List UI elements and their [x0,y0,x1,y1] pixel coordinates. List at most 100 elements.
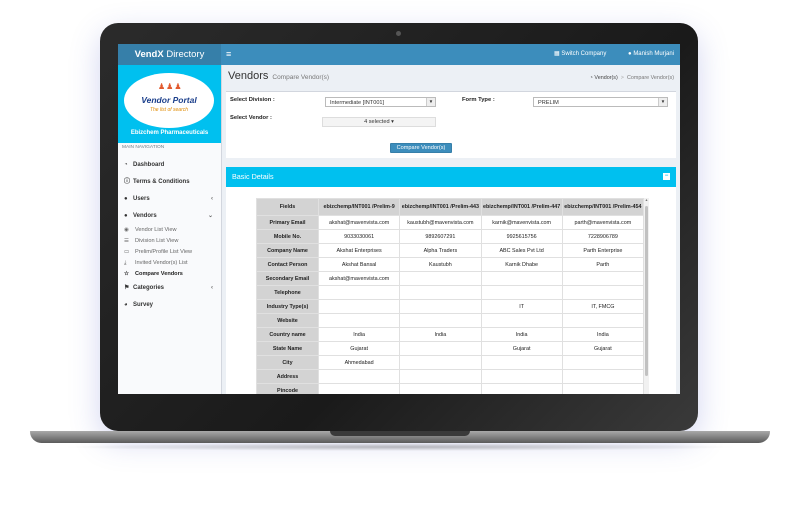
table-row: Address [256,369,645,384]
table-cell [317,369,401,384]
sidebar-sub-vendor-list[interactable]: ◉ Vendor List View [118,225,221,236]
field-name-cell: Industry Type(s) [256,299,319,314]
table-cell: India [317,327,401,342]
table-cell: 9925615756 [480,229,563,244]
sidebar-sub-division-list[interactable]: ☰ Division List View [118,236,221,247]
table-cell: IT [480,299,563,314]
table-cell: Karnik Dhabe [480,257,563,272]
division-select[interactable]: Intermediate [INT001] ▼ [325,97,436,107]
tachometer-icon: ◔ [124,162,128,168]
switch-company-link[interactable]: ▦ Switch Company [544,51,606,57]
form-type-label: Form Type : [462,97,495,103]
table-row: Secondary Email akshat@mavenvista.com [256,271,645,286]
filter-panel: Select Division : Intermediate [INT001] ▼… [226,91,676,158]
main-content: Vendors Compare Vendor(s) ◔ Vendor(s) > Com… [222,65,680,394]
chevron-down-icon: ▼ [426,98,435,106]
pie-chart-icon: ◕ [124,302,128,308]
column-header-fields: Fields [256,198,319,216]
breadcrumb-root[interactable]: ◔ Vendor(s) [590,75,618,81]
sidebar-item-dashboard[interactable]: ◔ Dashboard [118,157,221,174]
table-cell [399,271,482,286]
table-row: Pincode [256,383,645,394]
page-subtitle: Compare Vendor(s) [272,74,330,81]
table-cell [561,285,645,300]
chevron-down-icon: ⌄ [207,213,213,219]
screen: VendX Directory ≡ ▦ Switch Company ● Man… [118,44,680,394]
table-cell [480,355,563,370]
form-type-select[interactable]: PRELIM ▼ [533,97,668,107]
top-navbar: VendX Directory ≡ ▦ Switch Company ● Man… [118,44,680,65]
user-icon: ● [124,196,128,202]
table-cell: Parth [561,257,645,272]
sidebar-sub-invited-list[interactable]: ⤓ Invited Vendor(s) List [118,258,221,269]
user-icon: ● [628,51,632,57]
tags-icon: ⚑ [124,285,130,291]
table-cell: Gujarat [317,341,401,356]
nav-header: MAIN NAVIGATION [122,145,165,150]
table-row: Telephone [256,285,645,300]
logo-figures: ♟♟♟ [158,82,183,91]
chevron-left-icon: ‹ [211,196,213,202]
sidebar-item-survey[interactable]: ◕ Survey [118,297,221,314]
table-cell: India [480,327,563,342]
chevron-down-icon: ▼ [658,98,667,106]
sidebar-item-terms[interactable]: ⓘ Terms & Conditions [118,174,221,191]
table-cell: akshat@mavenvista.com [317,215,401,230]
company-name: Ebizchem Pharmaceuticals [130,130,209,136]
table-row: Country name India India India India [256,327,645,342]
division-label: Select Division : [230,97,275,103]
users-icon: ● [124,213,128,219]
field-name-cell: City [256,355,319,370]
table-cell [561,313,645,328]
vendor-portal-logo: ♟♟♟ Vendor Portal The list of search [124,73,214,128]
table-row: City Ahmedabad [256,355,645,370]
vendor-multiselect[interactable]: 4 selected ▾ [322,117,436,127]
table-row: Contact Person Akshat Bansal Kaustubh Karni… [256,257,645,272]
table-cell: 9033030061 [317,229,401,244]
field-name-cell: Country name [256,327,319,342]
table-row: Primary Email akshat@mavenvista.com kaustu… [256,215,645,230]
table-cell [480,271,563,286]
table-cell: India [399,327,482,342]
hamburger-icon[interactable]: ≡ [226,44,231,64]
column-header-vendor: ebizchemp/INT001 /Prelim-9 [317,198,401,216]
breadcrumb: ◔ Vendor(s) > Compare Vendor(s) [589,75,674,81]
table-cell: Akshat Enterprises [317,243,401,258]
sidebar-sub-compare-vendors[interactable]: ☆ Compare Vendors [118,269,221,280]
eye-icon: ◉ [124,227,129,233]
column-header-vendor: ebizchemp/INT001 /Prelim-443 [399,198,482,216]
field-name-cell: Contact Person [256,257,319,272]
field-name-cell: Pincode [256,383,319,394]
table-cell: 9892607291 [399,229,482,244]
sidebar-item-vendors[interactable]: ● Vendors ⌄ [118,208,221,225]
table-cell [317,383,401,394]
user-menu[interactable]: ● Manish Murjani [618,51,674,57]
column-header-vendor: ebizchemp/INT001 /Prelim-447 [480,198,563,216]
sidebar-nav: ◔ Dashboard ⓘ Terms & Conditions ● Users ‹ ●… [118,157,221,314]
dashboard-icon: ◔ [589,75,593,81]
desktop-icon: ▭ [124,249,130,255]
sidebar-sub-prelim-list[interactable]: ▭ Prelim/Profile List View [118,247,221,258]
brand-logo[interactable]: VendX Directory [118,44,221,65]
breadcrumb-current: Compare Vendor(s) [626,75,674,81]
table-cell [399,341,482,356]
table-cell: Akshat Bansal [317,257,401,272]
compare-vendors-button[interactable]: Compare Vendor(s) [390,143,452,153]
collapse-icon[interactable]: − [663,173,670,180]
table-cell [399,369,482,384]
sidebar-item-categories[interactable]: ⚑ Categories ‹ [118,280,221,297]
field-name-cell: Mobile No. [256,229,319,244]
company-logo-box: ♟♟♟ Vendor Portal The list of search Ebi… [118,65,221,143]
scrollbar-thumb[interactable] [645,206,648,376]
comparison-table-wrap[interactable]: Fields ebizchemp/INT001 /Prelim-9 ebizchem… [256,198,649,394]
building-icon: ▦ [553,51,560,57]
table-row: State Name Gujarat Gujarat Gujarat [256,341,645,356]
table-row: Company Name Akshat Enterprises Alpha Trad… [256,243,645,258]
sidebar-item-users[interactable]: ● Users ‹ [118,191,221,208]
field-name-cell: Primary Email [256,215,319,230]
table-cell [317,299,401,314]
field-name-cell: Secondary Email [256,271,319,286]
table-cell [480,383,563,394]
table-cell: akshat@mavenvista.com [317,271,401,286]
scroll-up-icon[interactable]: ▲ [644,198,649,204]
